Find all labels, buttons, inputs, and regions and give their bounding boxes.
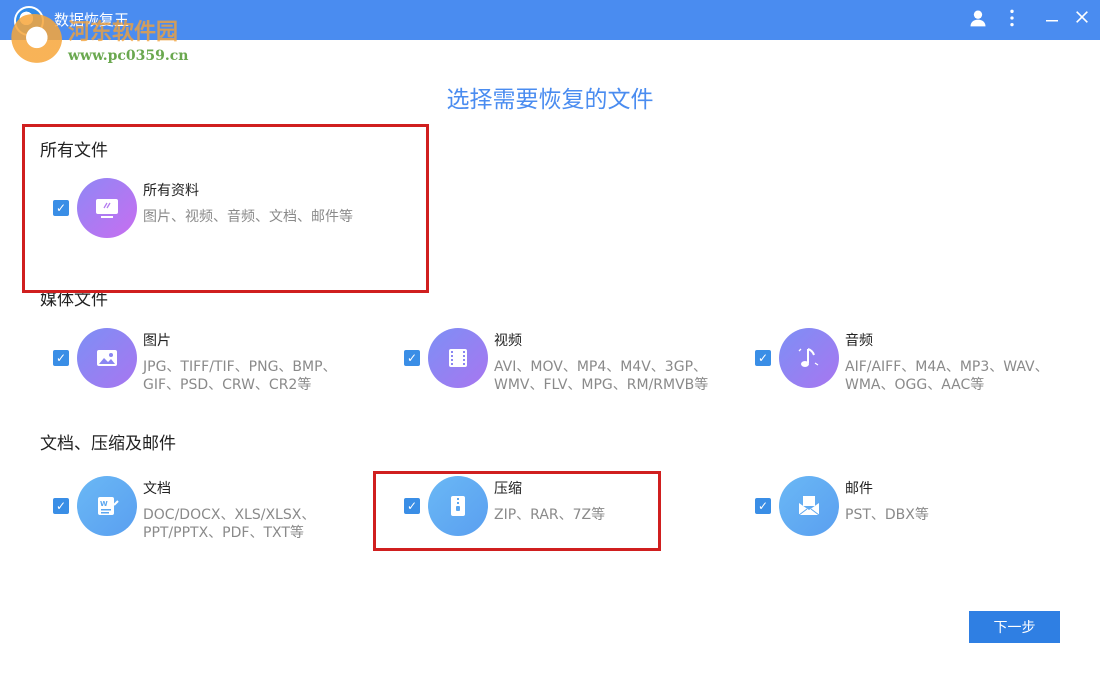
checkbox-documents[interactable]: ✓ [53, 498, 69, 514]
watermark-logo-icon [6, 14, 62, 66]
document-icon: W [77, 476, 137, 536]
item-desc: DOC/DOCX、XLS/XLSX、PPT/PPTX、PDF、TXT等 [143, 507, 316, 541]
envelope-icon [779, 476, 839, 536]
close-icon[interactable] [1070, 8, 1094, 32]
image-icon [77, 328, 137, 388]
checkbox-images[interactable]: ✓ [53, 350, 69, 366]
highlight-box-archives [373, 471, 661, 551]
item-desc: JPG、TIFF/TIF、PNG、BMP、GIF、PSD、CRW、CR2等 [143, 359, 337, 393]
item-desc: PST、DBX等 [845, 507, 929, 523]
minimize-icon[interactable] [1040, 8, 1064, 32]
item-name: 音频 [845, 333, 873, 349]
page-title: 选择需要恢复的文件 [446, 87, 654, 113]
item-video[interactable]: ✓ 视频 AVI、MOV、MP4、M4V、3GP、WMV、FLV、MPG、RM/… [404, 328, 724, 428]
section-title-docs: 文档、压缩及邮件 [40, 434, 176, 454]
film-icon [428, 328, 488, 388]
checkbox-audio[interactable]: ✓ [755, 350, 771, 366]
music-icon [779, 328, 839, 388]
item-images[interactable]: ✓ 图片 JPG、TIFF/TIF、PNG、BMP、GIF、PSD、CRW、CR… [53, 328, 373, 428]
highlight-box-all-files [22, 124, 429, 293]
user-icon[interactable] [966, 8, 990, 32]
item-desc: AIF/AIFF、M4A、MP3、WAV、WMA、OGG、AAC等 [845, 359, 1049, 393]
more-menu-icon[interactable] [1000, 8, 1024, 32]
item-name: 邮件 [845, 481, 873, 497]
checkbox-email[interactable]: ✓ [755, 498, 771, 514]
item-name: 文档 [143, 481, 171, 497]
svg-text:W: W [100, 500, 108, 508]
checkbox-video[interactable]: ✓ [404, 350, 420, 366]
item-name: 图片 [143, 333, 171, 349]
item-email[interactable]: ✓ 邮件 PST、DBX等 [755, 476, 1075, 576]
item-desc: AVI、MOV、MP4、M4V、3GP、WMV、FLV、MPG、RM/RMVB等 [494, 359, 709, 393]
item-name: 视频 [494, 333, 522, 349]
next-button[interactable]: 下一步 [969, 611, 1060, 643]
watermark-text: 河东软件园 [68, 20, 179, 45]
item-documents[interactable]: ✓ W 文档 DOC/DOCX、XLS/XLSX、PPT/PPTX、PDF、TX… [53, 476, 373, 576]
item-audio[interactable]: ✓ 音频 AIF/AIFF、M4A、MP3、WAV、WMA、OGG、AAC等 [755, 328, 1075, 428]
watermark-url: www.pc0359.cn [68, 48, 189, 64]
